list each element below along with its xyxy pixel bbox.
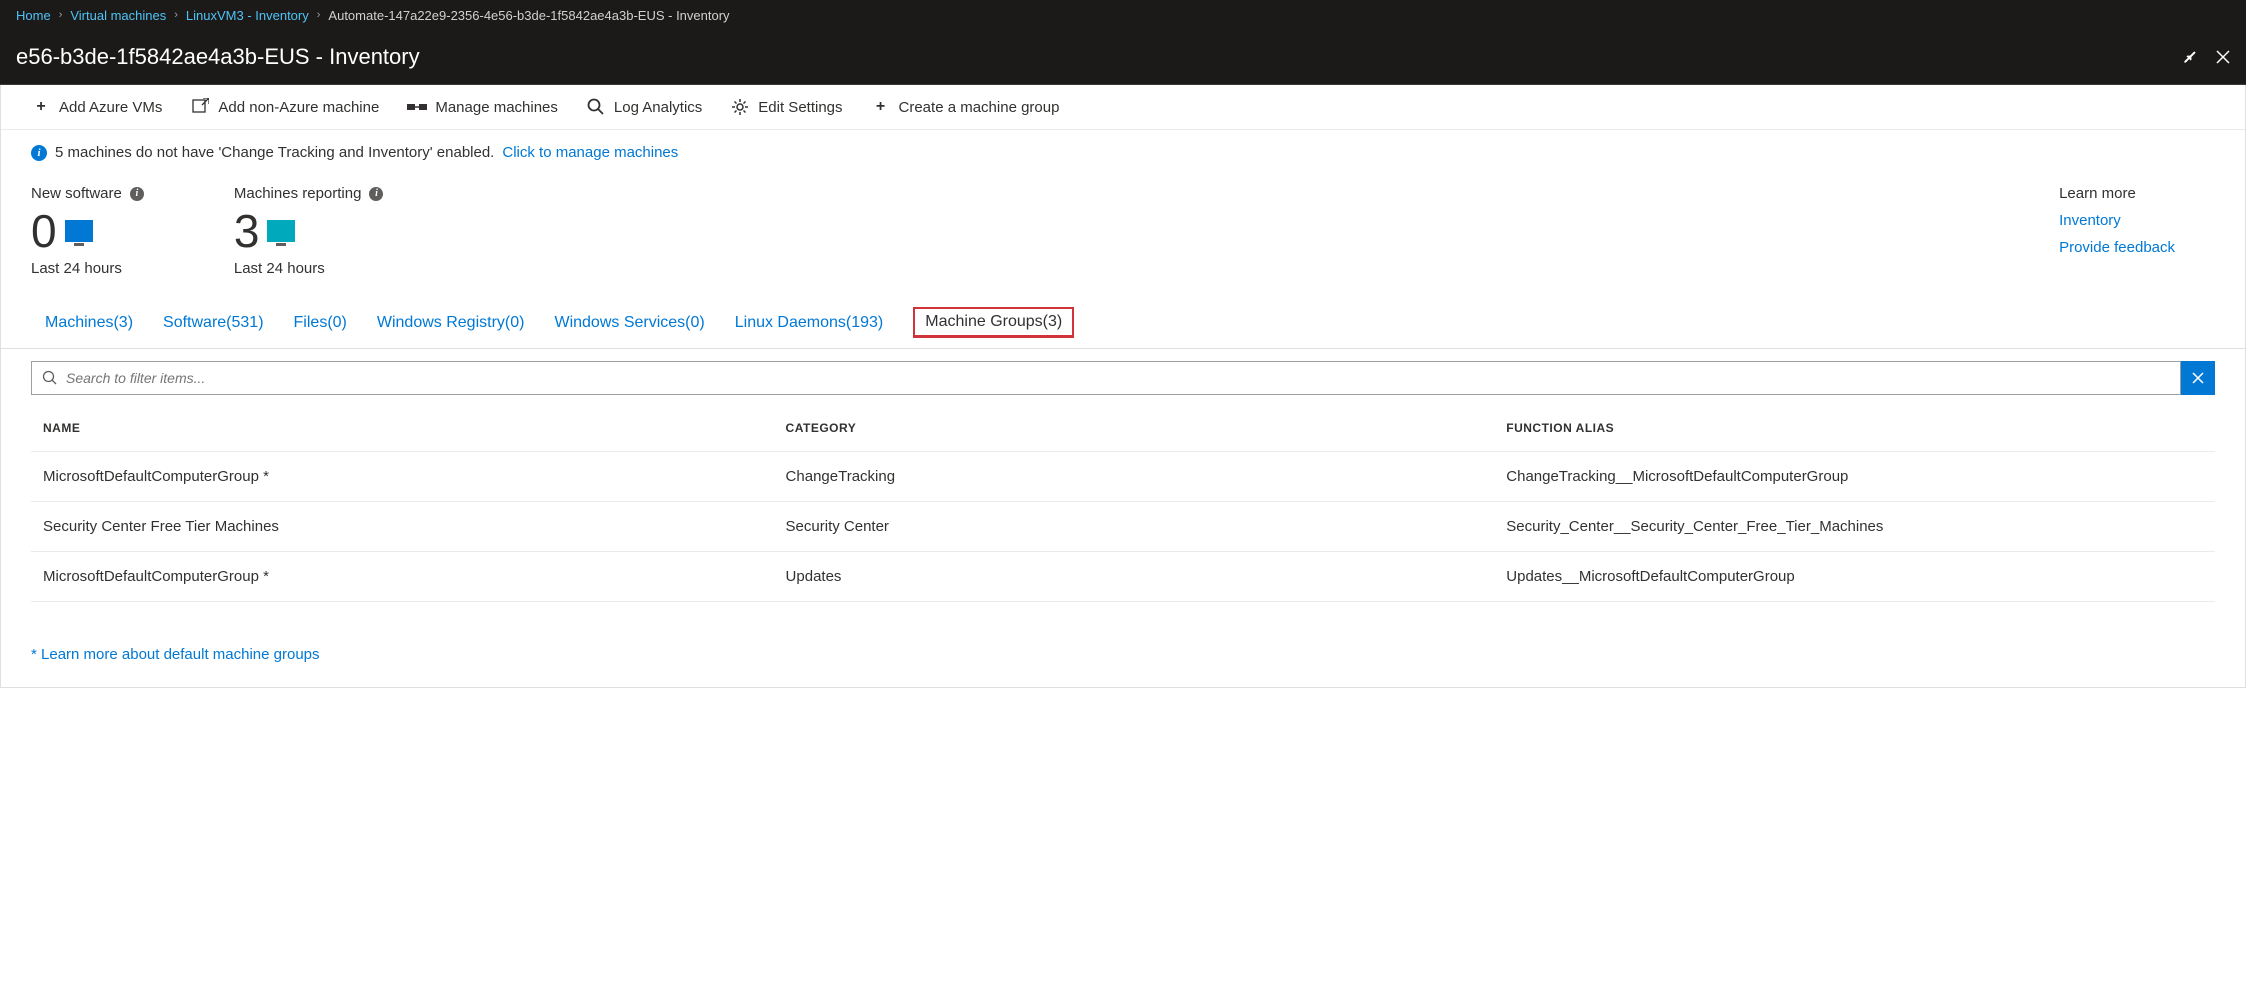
toolbar-label: Create a machine group bbox=[899, 99, 1060, 116]
gear-icon bbox=[730, 97, 750, 117]
table-row[interactable]: Security Center Free Tier Machines Secur… bbox=[31, 502, 2215, 552]
toolbar-label: Log Analytics bbox=[614, 99, 702, 116]
learn-link-inventory[interactable]: Inventory bbox=[2059, 212, 2175, 229]
col-alias[interactable]: FUNCTION ALIAS bbox=[1494, 405, 2215, 452]
cell-category: Security Center bbox=[774, 502, 1495, 552]
tab-machine-groups[interactable]: Machine Groups(3) bbox=[913, 307, 1074, 338]
close-icon bbox=[2192, 372, 2204, 384]
tab-machines[interactable]: Machines(3) bbox=[45, 312, 133, 334]
cell-name: Security Center Free Tier Machines bbox=[31, 502, 774, 552]
col-name[interactable]: NAME bbox=[31, 405, 774, 452]
cell-category: ChangeTracking bbox=[774, 452, 1495, 502]
manage-machines-button[interactable]: Manage machines bbox=[407, 97, 558, 117]
chevron-right-icon: › bbox=[59, 9, 63, 21]
close-icon[interactable] bbox=[2216, 50, 2230, 64]
stat-label: Machines reporting bbox=[234, 185, 362, 202]
info-link[interactable]: Click to manage machines bbox=[502, 144, 678, 161]
machine-groups-table: NAME CATEGORY FUNCTION ALIAS MicrosoftDe… bbox=[31, 405, 2215, 602]
toolbar-label: Add Azure VMs bbox=[59, 99, 162, 116]
vm-icon bbox=[65, 220, 93, 242]
tab-files[interactable]: Files(0) bbox=[294, 312, 347, 334]
cell-alias: Security_Center__Security_Center_Free_Ti… bbox=[1494, 502, 2215, 552]
footer-link[interactable]: * Learn more about default machine group… bbox=[1, 622, 2245, 687]
stat-sub: Last 24 hours bbox=[31, 260, 144, 277]
stat-new-software: New software i 0 Last 24 hours bbox=[31, 185, 144, 277]
search-clear-button[interactable] bbox=[2181, 361, 2215, 395]
learn-more-title: Learn more bbox=[2059, 185, 2175, 202]
toolbar-label: Edit Settings bbox=[758, 99, 842, 116]
search-row bbox=[1, 349, 2245, 395]
learn-more: Learn more Inventory Provide feedback bbox=[2059, 185, 2215, 277]
toolbar-label: Manage machines bbox=[435, 99, 558, 116]
search-icon bbox=[42, 370, 58, 386]
info-icon[interactable]: i bbox=[130, 187, 144, 201]
stat-value: 0 bbox=[31, 208, 57, 254]
manage-icon bbox=[407, 97, 427, 117]
col-category[interactable]: CATEGORY bbox=[774, 405, 1495, 452]
external-add-icon bbox=[190, 97, 210, 117]
page-title: e56-b3de-1f5842ae4a3b-EUS - Inventory bbox=[16, 44, 420, 70]
tab-windows-services[interactable]: Windows Services(0) bbox=[554, 312, 704, 334]
learn-link-feedback[interactable]: Provide feedback bbox=[2059, 239, 2175, 256]
stat-sub: Last 24 hours bbox=[234, 260, 384, 277]
info-banner: i 5 machines do not have 'Change Trackin… bbox=[1, 130, 2245, 175]
search-box[interactable] bbox=[31, 361, 2181, 395]
breadcrumb-vm-inventory[interactable]: LinuxVM3 - Inventory bbox=[186, 8, 309, 23]
cell-name: MicrosoftDefaultComputerGroup * bbox=[31, 452, 774, 502]
breadcrumb-current: Automate-147a22e9-2356-4e56-b3de-1f5842a… bbox=[328, 8, 729, 23]
pin-icon[interactable] bbox=[2179, 46, 2202, 69]
stat-value: 3 bbox=[234, 208, 260, 254]
add-azure-vms-button[interactable]: + Add Azure VMs bbox=[31, 97, 162, 117]
table-row[interactable]: MicrosoftDefaultComputerGroup * Updates … bbox=[31, 552, 2215, 602]
vm-icon bbox=[267, 220, 295, 242]
tabs: Machines(3) Software(531) Files(0) Windo… bbox=[1, 297, 2245, 349]
plus-icon: + bbox=[31, 97, 51, 117]
search-icon bbox=[586, 97, 606, 117]
breadcrumb: Home › Virtual machines › LinuxVM3 - Inv… bbox=[16, 8, 730, 23]
stat-label: New software bbox=[31, 185, 122, 202]
log-analytics-button[interactable]: Log Analytics bbox=[586, 97, 702, 117]
tab-windows-registry[interactable]: Windows Registry(0) bbox=[377, 312, 525, 334]
chevron-right-icon: › bbox=[317, 9, 321, 21]
chevron-right-icon: › bbox=[174, 9, 178, 21]
info-icon: i bbox=[31, 145, 47, 161]
stats-row: New software i 0 Last 24 hours Machines r… bbox=[1, 175, 2245, 297]
toolbar-label: Add non-Azure machine bbox=[218, 99, 379, 116]
cell-category: Updates bbox=[774, 552, 1495, 602]
table-row[interactable]: MicrosoftDefaultComputerGroup * ChangeTr… bbox=[31, 452, 2215, 502]
cell-alias: Updates__MicrosoftDefaultComputerGroup bbox=[1494, 552, 2215, 602]
cell-name: MicrosoftDefaultComputerGroup * bbox=[31, 552, 774, 602]
info-icon[interactable]: i bbox=[369, 187, 383, 201]
breadcrumb-bar: Home › Virtual machines › LinuxVM3 - Inv… bbox=[0, 0, 2246, 30]
breadcrumb-home[interactable]: Home bbox=[16, 8, 51, 23]
toolbar: + Add Azure VMs Add non-Azure machine Ma… bbox=[1, 85, 2245, 130]
edit-settings-button[interactable]: Edit Settings bbox=[730, 97, 842, 117]
tab-linux-daemons[interactable]: Linux Daemons(193) bbox=[735, 312, 884, 334]
create-machine-group-button[interactable]: + Create a machine group bbox=[871, 97, 1060, 117]
info-text: 5 machines do not have 'Change Tracking … bbox=[55, 144, 494, 161]
add-non-azure-button[interactable]: Add non-Azure machine bbox=[190, 97, 379, 117]
plus-icon: + bbox=[871, 97, 891, 117]
title-bar: e56-b3de-1f5842ae4a3b-EUS - Inventory bbox=[0, 30, 2246, 85]
stat-machines-reporting: Machines reporting i 3 Last 24 hours bbox=[234, 185, 384, 277]
tab-software[interactable]: Software(531) bbox=[163, 312, 264, 334]
search-input[interactable] bbox=[66, 370, 2170, 386]
breadcrumb-vms[interactable]: Virtual machines bbox=[70, 8, 166, 23]
cell-alias: ChangeTracking__MicrosoftDefaultComputer… bbox=[1494, 452, 2215, 502]
